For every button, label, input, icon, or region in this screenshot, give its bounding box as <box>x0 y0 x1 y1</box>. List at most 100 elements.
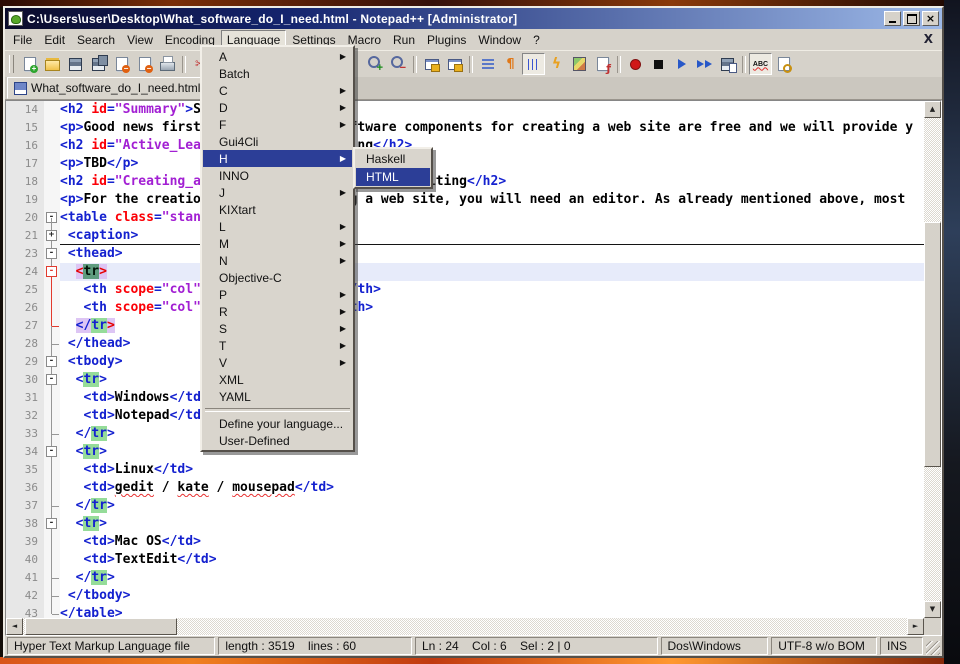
scroll-right-arrow[interactable]: ► <box>907 618 924 635</box>
fold-margin[interactable]: - <box>44 515 60 533</box>
lang-menu-item-f[interactable]: F▶ <box>203 116 352 133</box>
code-text[interactable]: <td>Mac OS</td> <box>60 533 924 551</box>
document-close-x[interactable]: X <box>924 32 933 46</box>
editor-line-42[interactable]: 42 </tbody> <box>6 587 924 605</box>
show-all-characters-icon[interactable] <box>499 53 522 75</box>
fold-collapse-icon[interactable]: - <box>46 446 57 457</box>
code-editor[interactable]: 14<h2 id="Summary">Summary</h2>15<p>Good… <box>6 101 924 618</box>
code-text[interactable]: <p>For the creation and/or the editing a… <box>60 191 924 209</box>
code-text[interactable]: </tr> <box>60 425 924 443</box>
fold-margin[interactable] <box>44 587 60 605</box>
submenu-item-html[interactable]: HTML <box>356 168 430 186</box>
code-text[interactable]: <td>gedit / kate / mousepad</td> <box>60 479 924 497</box>
editor-line-26[interactable]: 26 <th scope="col">Text editor used</th> <box>6 299 924 317</box>
scroll-up-arrow[interactable]: ▲ <box>924 101 941 118</box>
lang-menu-item-v[interactable]: V▶ <box>203 354 352 371</box>
lang-menu-item-define-your-language-[interactable]: Define your language... <box>203 415 352 432</box>
sync-scroll-h-icon[interactable] <box>443 53 466 75</box>
code-text[interactable]: <td>Windows</td> <box>60 389 924 407</box>
menu-window[interactable]: Window <box>472 30 527 50</box>
lang-menu-item-j[interactable]: J▶ <box>203 184 352 201</box>
editor-line-28[interactable]: 28 </thead> <box>6 335 924 353</box>
menu-file[interactable]: File <box>7 30 38 50</box>
fold-margin[interactable]: - <box>44 245 60 263</box>
lang-menu-item-h[interactable]: H▶ <box>203 150 352 167</box>
code-text[interactable]: <th scope="col">Operating systems</th> <box>60 281 924 299</box>
editor-line-38[interactable]: 38- <tr> <box>6 515 924 533</box>
fold-margin[interactable] <box>44 479 60 497</box>
minimize-button[interactable] <box>884 11 901 26</box>
editor-line-14[interactable]: 14<h2 id="Summary">Summary</h2> <box>6 101 924 119</box>
lang-menu-item-n[interactable]: N▶ <box>203 252 352 269</box>
editor-line-37[interactable]: 37 </tr> <box>6 497 924 515</box>
lang-menu-item-xml[interactable]: XML <box>203 371 352 388</box>
lang-menu-item-batch[interactable]: Batch <box>203 65 352 82</box>
editor-line-36[interactable]: 36 <td>gedit / kate / mousepad</td> <box>6 479 924 497</box>
editor-line-16[interactable]: 16<h2 id="Active_Learning">Active Learni… <box>6 137 924 155</box>
editor-line-20[interactable]: 20-<table class="standard"> <box>6 209 924 227</box>
code-text[interactable]: </tr> <box>60 569 924 587</box>
code-text[interactable]: <tr> <box>60 443 924 461</box>
horizontal-scroll-thumb[interactable] <box>25 618 177 635</box>
lang-menu-item-c[interactable]: C▶ <box>203 82 352 99</box>
fold-margin[interactable]: - <box>44 371 60 389</box>
fold-margin[interactable] <box>44 461 60 479</box>
fold-collapse-icon[interactable]: - <box>46 266 57 277</box>
menu-view[interactable]: View <box>121 30 159 50</box>
lang-menu-item-l[interactable]: L▶ <box>203 218 352 235</box>
lang-menu-item-inno[interactable]: INNO <box>203 167 352 184</box>
fold-expand-icon[interactable]: + <box>46 230 57 241</box>
fold-margin[interactable] <box>44 317 60 335</box>
editor-line-30[interactable]: 30- <tr> <box>6 371 924 389</box>
menu-plugins[interactable]: Plugins <box>421 30 472 50</box>
title-bar[interactable]: C:\Users\user\Desktop\What_software_do_I… <box>5 8 942 29</box>
resize-grip[interactable] <box>926 641 940 655</box>
editor-line-31[interactable]: 31 <td>Windows</td> <box>6 389 924 407</box>
code-text[interactable]: <h2 id="Active_Learning">Active Learning… <box>60 137 924 155</box>
macro-stop-icon[interactable] <box>647 53 670 75</box>
lang-menu-item-s[interactable]: S▶ <box>203 320 352 337</box>
editor-line-23[interactable]: 23- <thead> <box>6 245 924 263</box>
code-text[interactable]: <td>Notepad</td> <box>60 407 924 425</box>
code-text[interactable]: <tr> <box>60 263 924 281</box>
editor-line-21[interactable]: 21+ <caption> <box>6 227 924 245</box>
tab-what-software-do-i-need[interactable]: What_software_do_I_need.html × <box>7 77 226 99</box>
lang-menu-item-m[interactable]: M▶ <box>203 235 352 252</box>
lang-menu-item-objective-c[interactable]: Objective-C <box>203 269 352 286</box>
editor-line-17[interactable]: 17<p>TBD</p> <box>6 155 924 173</box>
indent-guide-icon[interactable] <box>522 53 545 75</box>
lang-menu-item-kixtart[interactable]: KIXtart <box>203 201 352 218</box>
menu-help[interactable]: ? <box>527 30 546 50</box>
fold-margin[interactable] <box>44 569 60 587</box>
lang-menu-item-d[interactable]: D▶ <box>203 99 352 116</box>
lang-menu-item-t[interactable]: T▶ <box>203 337 352 354</box>
code-text[interactable]: <tr> <box>60 371 924 389</box>
fold-margin[interactable]: - <box>44 209 60 227</box>
editor-line-15[interactable]: 15<p>Good news first: almost all the sof… <box>6 119 924 137</box>
fold-margin[interactable]: - <box>44 443 60 461</box>
macro-save-icon[interactable] <box>716 53 739 75</box>
editor-line-35[interactable]: 35 <td>Linux</td> <box>6 461 924 479</box>
code-text[interactable]: </tbody> <box>60 587 924 605</box>
code-text[interactable]: <td>Linux</td> <box>60 461 924 479</box>
fold-margin[interactable] <box>44 299 60 317</box>
scroll-left-arrow[interactable]: ◄ <box>6 618 23 635</box>
zoom-in-icon[interactable] <box>364 53 387 75</box>
lang-menu-item-a[interactable]: A▶ <box>203 48 352 65</box>
fold-margin[interactable] <box>44 497 60 515</box>
close-all-icon[interactable] <box>133 53 156 75</box>
close-button[interactable]: × <box>922 11 939 26</box>
document-peek-icon[interactable] <box>772 53 795 75</box>
editor-line-18[interactable]: 18<h2 id="Creating_and_Editing_s">Creati… <box>6 173 924 191</box>
code-text[interactable]: </tr> <box>60 497 924 515</box>
editor-line-43[interactable]: 43</table> <box>6 605 924 618</box>
fold-collapse-icon[interactable]: - <box>46 248 57 259</box>
editor-line-32[interactable]: 32 <td>Notepad</td> <box>6 407 924 425</box>
open-file-icon[interactable] <box>41 53 64 75</box>
fold-collapse-icon[interactable]: - <box>46 518 57 529</box>
save-icon[interactable] <box>64 53 87 75</box>
code-text[interactable]: <h2 id="Creating_and_Editing_s">Creating… <box>60 173 924 191</box>
zoom-out-icon[interactable] <box>387 53 410 75</box>
editor-line-25[interactable]: 25 <th scope="col">Operating systems</th… <box>6 281 924 299</box>
fold-margin[interactable]: - <box>44 353 60 371</box>
